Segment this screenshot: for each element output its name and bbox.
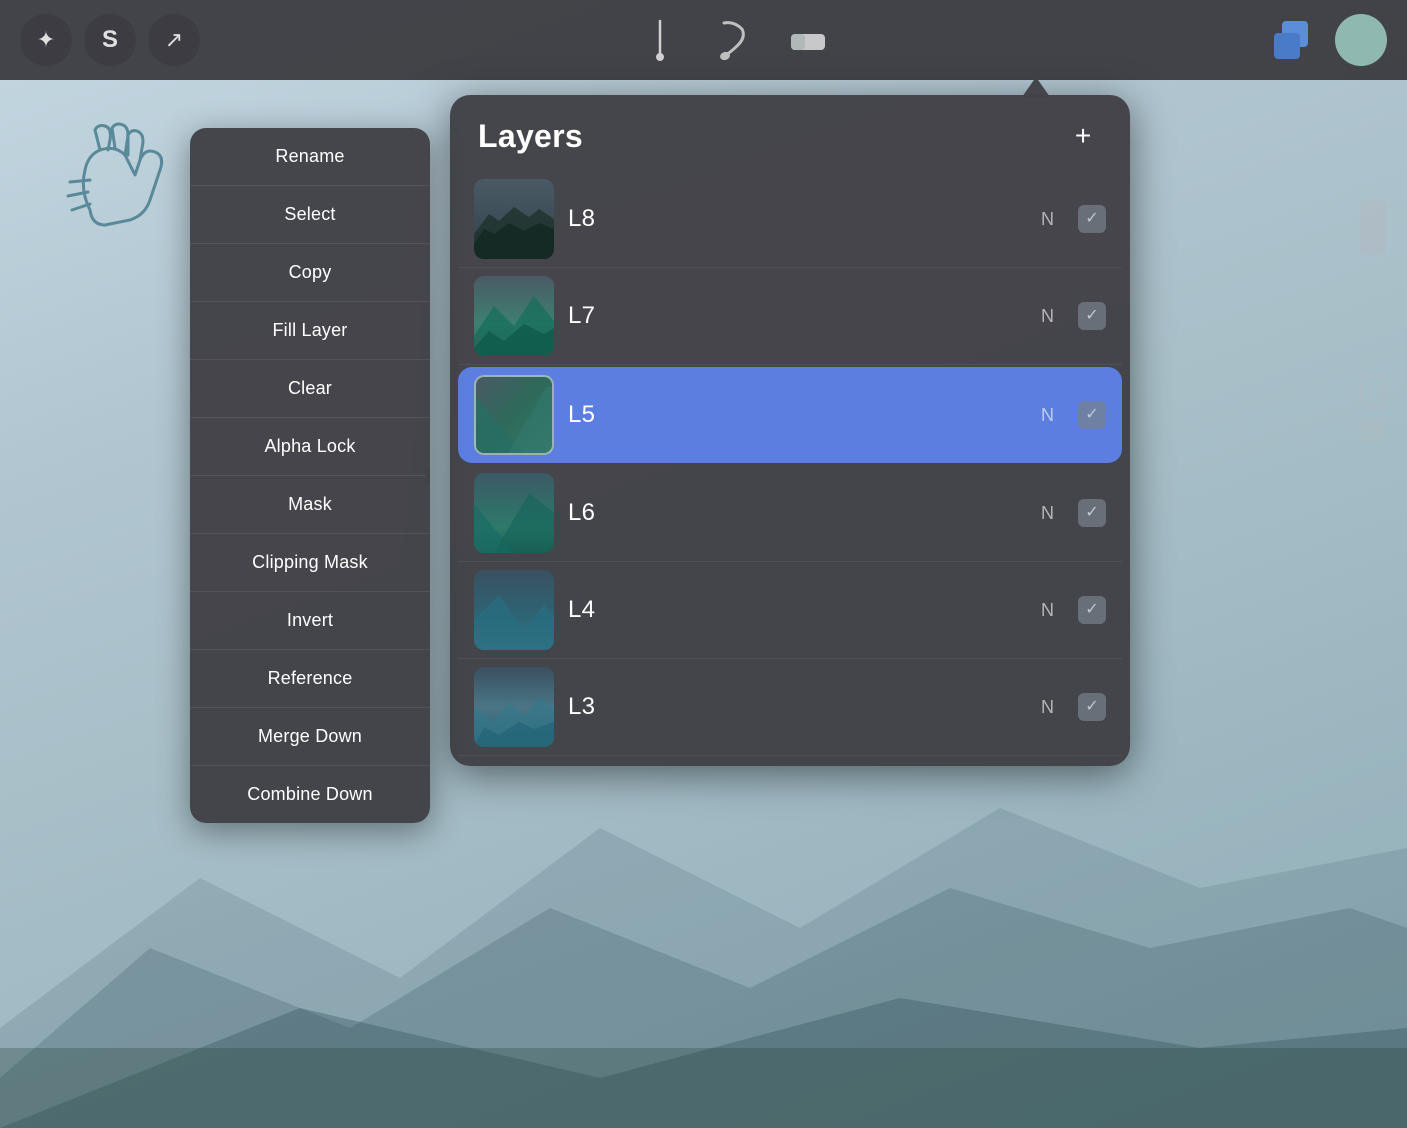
layer-name-l5: L5	[568, 401, 1027, 429]
avatar[interactable]	[1335, 14, 1387, 66]
layer-mode-l3: N	[1041, 697, 1054, 718]
transform-icon: ↗	[165, 27, 183, 53]
menu-item-rename[interactable]: Rename	[190, 128, 430, 186]
menu-item-select[interactable]: Select	[190, 186, 430, 244]
magic-wand-button[interactable]: ✦	[20, 14, 72, 66]
stylize-button[interactable]: S	[84, 14, 136, 66]
context-menu: Rename Select Copy Fill Layer Clear Alph…	[190, 128, 430, 823]
toolbar-left: ✦ S ↗	[20, 14, 200, 66]
layer-thumbnail-l6	[474, 473, 554, 553]
layers-panel-caret	[1022, 77, 1050, 97]
layer-thumbnail-l8	[474, 179, 554, 259]
layer-checkbox-l6[interactable]: ✓	[1078, 499, 1106, 527]
checkmark-l8: ✓	[1085, 211, 1098, 227]
scrollbar-rect-top	[1360, 375, 1386, 409]
layer-name-l7: L7	[568, 302, 1027, 330]
layer-row-l8[interactable]: L8 N ✓	[458, 171, 1122, 268]
hand-illustration	[60, 120, 180, 245]
checkmark-l5: ✓	[1085, 407, 1098, 423]
menu-item-invert[interactable]: Invert	[190, 592, 430, 650]
menu-item-fill-layer[interactable]: Fill Layer	[190, 302, 430, 360]
layers-panel: Layers + L8 N ✓ L7 N ✓	[450, 95, 1130, 766]
menu-item-combine-down[interactable]: Combine Down	[190, 766, 430, 823]
layer-checkbox-l4[interactable]: ✓	[1078, 596, 1106, 624]
menu-item-mask[interactable]: Mask	[190, 476, 430, 534]
scrollbar-thumb[interactable]	[1360, 200, 1386, 255]
layers-header: Layers +	[450, 95, 1130, 171]
layer-thumbnail-l5	[474, 375, 554, 455]
menu-item-alpha-lock[interactable]: Alpha Lock	[190, 418, 430, 476]
layer-name-l3: L3	[568, 693, 1027, 721]
toolbar-center	[200, 18, 1267, 62]
layer-row-l3[interactable]: L3 N ✓	[458, 659, 1122, 756]
checkmark-l6: ✓	[1085, 505, 1098, 521]
magic-wand-icon: ✦	[37, 27, 55, 53]
menu-item-merge-down[interactable]: Merge Down	[190, 708, 430, 766]
layer-mode-l6: N	[1041, 503, 1054, 524]
layer-mode-l4: N	[1041, 600, 1054, 621]
layer-row-l4[interactable]: L4 N ✓	[458, 562, 1122, 659]
checkmark-l7: ✓	[1085, 308, 1098, 324]
checkmark-l3: ✓	[1085, 699, 1098, 715]
eraser-button[interactable]	[786, 18, 830, 62]
smudge-icon	[716, 19, 752, 61]
layer-thumbnail-l3	[474, 667, 554, 747]
brush-button[interactable]	[638, 18, 682, 62]
layer-mode-l8: N	[1041, 209, 1054, 230]
layers-icon	[1274, 21, 1312, 59]
layer-thumbnail-l7	[474, 276, 554, 356]
layer-name-l8: L8	[568, 205, 1027, 233]
layer-checkbox-l5[interactable]: ✓	[1078, 401, 1106, 429]
layers-title: Layers	[478, 118, 583, 155]
layer-row-l6[interactable]: L6 N ✓	[458, 465, 1122, 562]
scrollbar-track	[1359, 200, 1387, 500]
smudge-button[interactable]	[712, 18, 756, 62]
brush-icon	[644, 19, 676, 61]
menu-item-copy[interactable]: Copy	[190, 244, 430, 302]
layers-button[interactable]	[1267, 14, 1319, 66]
layer-name-l6: L6	[568, 499, 1027, 527]
transform-button[interactable]: ↗	[148, 14, 200, 66]
checkmark-l4: ✓	[1085, 602, 1098, 618]
layer-mode-l7: N	[1041, 306, 1054, 327]
layer-row-l7[interactable]: L7 N ✓	[458, 268, 1122, 365]
scrollbar-rect-bottom	[1360, 419, 1386, 443]
layer-row-l5[interactable]: L5 N ✓	[458, 367, 1122, 463]
stylize-icon: S	[102, 26, 118, 54]
layer-name-l4: L4	[568, 596, 1027, 624]
layers-add-button[interactable]: +	[1064, 117, 1102, 155]
layer-checkbox-l7[interactable]: ✓	[1078, 302, 1106, 330]
menu-item-clear[interactable]: Clear	[190, 360, 430, 418]
toolbar-right	[1267, 14, 1387, 66]
menu-item-clipping-mask[interactable]: Clipping Mask	[190, 534, 430, 592]
toolbar: ✦ S ↗	[0, 0, 1407, 80]
layer-mode-l5: N	[1041, 405, 1054, 426]
layer-checkbox-l3[interactable]: ✓	[1078, 693, 1106, 721]
layer-checkbox-l8[interactable]: ✓	[1078, 205, 1106, 233]
eraser-icon	[787, 26, 829, 54]
layer-thumbnail-l4	[474, 570, 554, 650]
menu-item-reference[interactable]: Reference	[190, 650, 430, 708]
